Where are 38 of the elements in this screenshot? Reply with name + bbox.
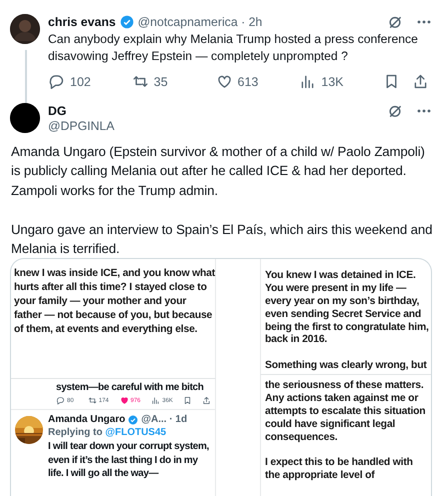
author-handle: @notcapnamerica · 2h: [138, 15, 262, 29]
post-text: Ungaro gave an interview to Spain’s El País, which airs this weekend and Melania is terrified.: [11, 220, 434, 258]
reply-count: 102: [70, 74, 91, 88]
heart-icon[interactable]: [216, 73, 232, 90]
reply-icon[interactable]: [48, 73, 65, 90]
post-text: Can anybody explain why Melania Trump hosted a press conference disavowing Jeffrey Epstein — completely unprompted ?: [48, 31, 419, 65]
post-text: Amanda Ungaro (Epstein survivor & mother of a child w/ Paolo Zampoli) is publicly calling Melania out after he called ICE & had her deported. Zampoli works for the Trump admin.: [11, 143, 426, 200]
share-icon[interactable]: [412, 73, 429, 90]
slashed-circle-icon[interactable]: [387, 14, 403, 30]
repost-count: 35: [154, 74, 168, 88]
author-handle: @DPGINLA: [48, 119, 116, 133]
views-count: 13K: [321, 74, 344, 88]
screenshot-paragraph: the seriousness of these matters. Any actions taken against me or attempts to escalate this situation could have significant legal consequences.: [265, 380, 426, 444]
bookmark-icon[interactable]: [183, 396, 192, 406]
screenshot-paragraph: knew I was inside ICE, and you know what hurts after all this time? I stayed close to your family — your mother and your father — not because of you, but because of them, at events and everything else.: [14, 267, 215, 338]
more-icon[interactable]: [417, 109, 431, 113]
repost-icon[interactable]: [132, 73, 149, 90]
avatar[interactable]: [10, 103, 40, 133]
replying-to-text: Replying to @FLOTUS45: [48, 427, 168, 438]
bar-chart-icon[interactable]: [299, 73, 316, 90]
repost-icon[interactable]: [88, 396, 97, 406]
screenshot-paragraph: Something was clearly wrong, but: [265, 360, 428, 373]
share-icon[interactable]: [202, 396, 211, 406]
slashed-circle-icon[interactable]: [387, 103, 403, 119]
avatar[interactable]: [10, 14, 40, 44]
author-name[interactable]: DG: [48, 104, 66, 118]
more-icon[interactable]: [417, 20, 431, 24]
bar-chart-icon[interactable]: [151, 396, 160, 406]
like-count: 613: [238, 74, 258, 88]
screenshot-paragraph: I expect this to be handled with the appropriate level of: [265, 457, 414, 483]
heart-icon[interactable]: [120, 396, 128, 406]
screenshot-text: system—be careful with me bitch: [55, 382, 204, 394]
screenshot-paragraph: You knew I was detained in ICE. You were present in my life — every year on my son’s birthday, even sending Secret Service and being the first to congratulate him, back in 2016.: [265, 270, 429, 348]
reply-text: I will tear down your corrupt system, even if it’s the last thing I do in my life. I will go all the way—: [48, 440, 210, 481]
author-name[interactable]: chris evans: [48, 15, 116, 29]
reply-icon[interactable]: [56, 396, 65, 406]
author-handle: @A... · 1d: [141, 414, 188, 426]
author-name: Amanda Ungaro: [48, 414, 126, 426]
